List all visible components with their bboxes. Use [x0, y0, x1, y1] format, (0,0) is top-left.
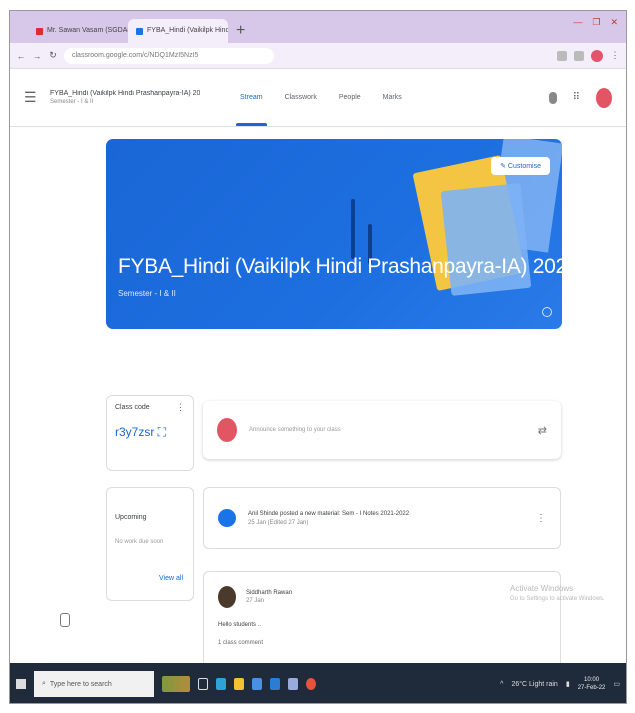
- post-date: 27 Jan: [246, 598, 265, 604]
- system-tray: ^ 26°C Light rain ▮ 10:00 27-Feb-22 ▭: [500, 676, 620, 692]
- more-options-icon[interactable]: ⋮: [176, 402, 185, 413]
- banner-subtitle: Semester - I & II: [118, 289, 176, 298]
- chevron-up-icon[interactable]: ^: [500, 681, 503, 688]
- help-icon[interactable]: [60, 613, 70, 627]
- post-date: 25 Jan (Edited 27 Jan): [248, 519, 309, 526]
- close-window-icon[interactable]: ✕: [610, 17, 618, 28]
- screen-frame: Mr. Sawan Vasam (SGDA(@gmail.c... ✕ FYBA…: [9, 10, 627, 704]
- announce-placeholder: Announce something to your class: [249, 427, 341, 433]
- edge-icon[interactable]: [216, 678, 226, 690]
- activate-windows-watermark: Activate Windows Go to Settings to activ…: [510, 583, 605, 605]
- maximize-icon[interactable]: ❐: [592, 17, 600, 28]
- tab-stream[interactable]: Stream: [236, 69, 267, 126]
- tab-label: FYBA_Hindi (Vaikilpk Hindi Pras...: [147, 27, 228, 34]
- taskbar-search[interactable]: ⌕ Type here to search: [34, 671, 154, 697]
- post-body: Hello students ..: [218, 622, 262, 628]
- class-code-value[interactable]: r3y7zsr ⛶: [115, 425, 185, 440]
- clock[interactable]: 10:00 27-Feb-22: [578, 676, 606, 692]
- course-title-block[interactable]: FYBA_Hindi (Vaikilpk Hindi Prashanpayra-…: [50, 90, 200, 105]
- clock-date: 27-Feb-22: [577, 685, 606, 691]
- windows-taskbar: ⌕ Type here to search ^ 26°C Light rain …: [10, 663, 626, 703]
- minimize-icon[interactable]: —: [573, 17, 582, 28]
- course-tabs: Stream Classwork People Marks: [236, 69, 402, 126]
- tab-people[interactable]: People: [339, 69, 361, 126]
- weather-text[interactable]: 26°C Light rain: [511, 681, 557, 688]
- browser-tab-strip: Mr. Sawan Vasam (SGDA(@gmail.c... ✕ FYBA…: [10, 11, 626, 43]
- watermark-line1: Activate Windows: [510, 584, 574, 593]
- chrome-icon[interactable]: [306, 678, 316, 690]
- info-icon[interactable]: [542, 307, 552, 317]
- course-banner: ✎ Customise FYBA_Hindi (Vaikilpk Hindi P…: [106, 139, 562, 329]
- mail-icon[interactable]: [270, 678, 280, 690]
- classroom-header: ☰ FYBA_Hindi (Vaikilpk Hindi Prashanpayr…: [10, 69, 626, 127]
- window-controls: — ❐ ✕: [573, 17, 618, 28]
- store-icon[interactable]: [252, 678, 262, 690]
- avatar: [217, 418, 237, 442]
- hamburger-menu-icon[interactable]: ☰: [24, 89, 44, 106]
- search-placeholder: Type here to search: [49, 680, 112, 688]
- class-comments-link[interactable]: 1 class comment: [218, 640, 546, 646]
- avatar: [218, 586, 236, 608]
- apps-grid-icon[interactable]: ⠿: [573, 92, 580, 103]
- material-icon: [218, 509, 236, 527]
- banner-illustration: [351, 199, 355, 259]
- profile-avatar[interactable]: [591, 49, 603, 62]
- windows-start-icon[interactable]: [16, 679, 26, 689]
- task-view-icon[interactable]: [198, 678, 208, 690]
- account-avatar[interactable]: [596, 87, 612, 108]
- bookmark-icon[interactable]: [574, 50, 584, 61]
- tab-label: Mr. Sawan Vasam (SGDA(@gmail.c...: [47, 27, 128, 34]
- customize-button[interactable]: ✎ Customise: [491, 157, 550, 175]
- menu-icon[interactable]: ⋮: [610, 50, 620, 61]
- gmail-favicon-icon: [36, 27, 43, 35]
- url-input[interactable]: classroom.google.com/c/NDQ1MzI5NzI5: [64, 47, 274, 64]
- repost-icon[interactable]: ⇄: [538, 424, 547, 437]
- post-author: Siddharth Rawan: [246, 590, 293, 596]
- stream-post[interactable]: Anil Shinde posted a new material: Sem -…: [203, 487, 561, 549]
- browser-tab-classroom[interactable]: FYBA_Hindi (Vaikilpk Hindi Pras... ✕: [128, 19, 228, 43]
- news-widget-icon[interactable]: [162, 676, 190, 692]
- stream-post[interactable]: Siddharth Rawan 27 Jan Hello students ..…: [203, 571, 561, 671]
- forward-icon[interactable]: →: [32, 51, 42, 61]
- banner-title: FYBA_Hindi (Vaikilpk Hindi Prashanpayra-…: [118, 255, 562, 278]
- class-code-label: Class code: [115, 404, 150, 411]
- announce-box[interactable]: Announce something to your class ⇄: [203, 401, 561, 459]
- class-code-card: Class code ⋮ r3y7zsr ⛶: [106, 395, 194, 471]
- back-icon[interactable]: ←: [16, 51, 26, 61]
- tab-classwork[interactable]: Classwork: [285, 69, 317, 126]
- course-subtitle: Semester - I & II: [50, 99, 94, 105]
- file-explorer-icon[interactable]: [234, 678, 244, 690]
- post-text: Anil Shinde posted a new material: Sem -…: [248, 510, 410, 517]
- extension-icon[interactable]: [557, 50, 567, 61]
- notification-icon[interactable]: ▭: [613, 680, 620, 688]
- meet-icon[interactable]: [548, 91, 557, 104]
- search-icon: ⌕: [42, 680, 46, 687]
- browser-tab-gmail[interactable]: Mr. Sawan Vasam (SGDA(@gmail.c... ✕: [28, 19, 128, 43]
- upcoming-label: Upcoming: [115, 514, 147, 521]
- more-options-icon[interactable]: ⋮: [536, 513, 546, 524]
- upcoming-text: No work due soon: [115, 539, 164, 545]
- tab-marks[interactable]: Marks: [383, 69, 402, 126]
- address-bar: ← → ↻ classroom.google.com/c/NDQ1MzI5NzI…: [10, 43, 626, 69]
- course-title: FYBA_Hindi (Vaikilpk Hindi Prashanpayra-…: [50, 90, 200, 97]
- app-icon[interactable]: [288, 678, 298, 690]
- network-icon[interactable]: ▮: [566, 680, 570, 688]
- view-all-link[interactable]: View all: [159, 575, 183, 582]
- upcoming-card: Upcoming No work due soon View all: [106, 487, 194, 601]
- reload-icon[interactable]: ↻: [48, 50, 58, 61]
- watermark-line2: Go to Settings to activate Windows.: [510, 596, 605, 602]
- classroom-favicon-icon: [136, 27, 143, 35]
- clock-time: 10:00: [584, 677, 600, 683]
- new-tab-button[interactable]: +: [228, 19, 253, 43]
